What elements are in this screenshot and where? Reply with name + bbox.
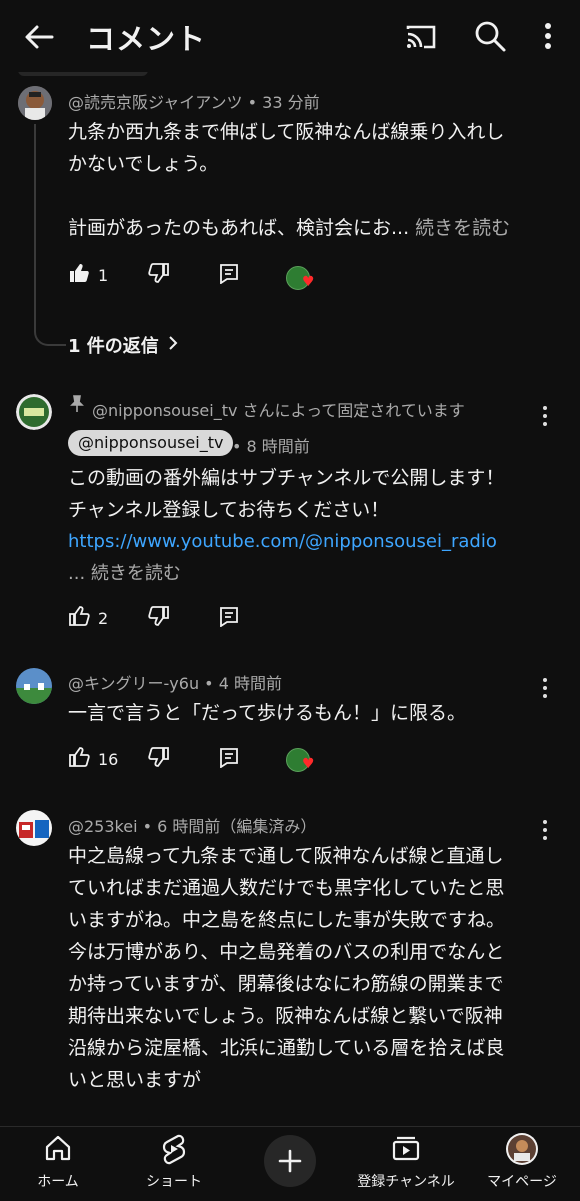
pin-icon: [70, 395, 84, 417]
dislike-button[interactable]: [148, 746, 170, 772]
comment-meta: @読売京阪ジャイアンツ • 33 分前: [68, 93, 320, 112]
thumb-down-icon: [148, 746, 170, 772]
comment-text: 九条か西九条まで伸ばして阪神なんば線乗り入れし かないでしょう。 計画があったの…: [68, 121, 511, 239]
chevron-right-icon: [167, 335, 179, 356]
create-button[interactable]: [264, 1135, 316, 1187]
like-count: 1: [98, 265, 109, 285]
heart-icon: ♥: [302, 274, 315, 290]
comment-reply-icon: [218, 262, 240, 288]
comment-time: 33 分前: [262, 93, 320, 112]
search-icon[interactable]: [472, 18, 508, 54]
read-more-link[interactable]: 続きを読む: [415, 217, 510, 239]
avatar[interactable]: [16, 810, 52, 846]
nav-mypage[interactable]: マイページ: [464, 1127, 580, 1201]
like-count: 2: [98, 608, 109, 628]
comment-menu-button[interactable]: [540, 818, 550, 842]
thumb-down-icon: [148, 262, 170, 288]
shorts-icon: [159, 1133, 189, 1169]
comment-text: 一言で言うと「だって歩けるもん！」に限る。: [68, 702, 467, 724]
plus-icon: [277, 1148, 303, 1178]
avatar[interactable]: [16, 668, 52, 704]
home-icon: [43, 1133, 73, 1167]
channel-link[interactable]: https://www.youtube.com/@nipponsousei_ra…: [68, 526, 558, 558]
top-app-bar: コメント: [0, 0, 580, 72]
like-count: 16: [98, 749, 119, 769]
view-replies-button[interactable]: 1 件の返信: [68, 332, 179, 358]
comment-meta: @253kei • 6 時間前（編集済み）: [68, 817, 317, 836]
comment-time: 6 時間前（編集済み）: [157, 817, 317, 836]
more-vert-icon[interactable]: [536, 18, 560, 54]
reply-thread-line: [34, 124, 66, 346]
comment-time: 4 時間前: [218, 674, 282, 693]
thumb-up-icon: [68, 746, 90, 772]
author-channel-chip[interactable]: @nipponsousei_tv: [68, 430, 234, 456]
comment-reply-icon: [218, 746, 240, 772]
reply-button[interactable]: [218, 605, 240, 631]
dislike-button[interactable]: [148, 262, 170, 288]
comment-meta: @キングリー-y6u • 4 時間前: [68, 674, 282, 693]
like-button[interactable]: 16: [68, 746, 118, 772]
nav-shorts[interactable]: ショート: [116, 1127, 232, 1201]
comment-actions: 2: [68, 605, 328, 635]
avatar[interactable]: [18, 86, 52, 120]
comment-author[interactable]: @253kei: [68, 817, 138, 836]
comment-text: 中之島線って九条まで通して阪神なんば線と直通し ていればまだ通過人数だけでも黒字…: [68, 845, 506, 1091]
back-arrow-icon[interactable]: [22, 20, 56, 54]
like-button[interactable]: 1: [68, 262, 108, 288]
comment-author[interactable]: @読売京阪ジャイアンツ: [68, 93, 243, 112]
heart-icon: ♥: [302, 756, 315, 772]
read-more-link[interactable]: ... 続きを読む: [68, 558, 558, 590]
page-title: コメント: [86, 22, 207, 56]
dislike-button[interactable]: [148, 605, 170, 631]
reply-button[interactable]: [218, 746, 240, 772]
account-avatar: [506, 1133, 538, 1169]
comment-menu-button[interactable]: [540, 404, 550, 428]
thumb-down-icon: [148, 605, 170, 631]
bottom-navigation: ホーム ショート 登録チャンネル マイページ: [0, 1126, 580, 1201]
thumb-up-icon: [68, 605, 90, 631]
thumb-up-filled-icon: [68, 262, 90, 288]
avatar[interactable]: [16, 394, 52, 430]
like-button[interactable]: 2: [68, 605, 108, 631]
comment-reply-icon: [218, 605, 240, 631]
subscriptions-icon: [391, 1133, 421, 1167]
pinned-label: @nipponsousei_tv さんによって固定されています: [92, 401, 465, 420]
nav-home[interactable]: ホーム: [0, 1127, 116, 1201]
comment-text: この動画の番外編はサブチャンネルで公開します！ チャンネル登録してお待ちください…: [68, 462, 558, 590]
nav-subscriptions[interactable]: 登録チャンネル: [348, 1127, 464, 1201]
comment-author[interactable]: @キングリー-y6u: [68, 674, 199, 693]
comment-time: • 8 時間前: [232, 437, 310, 456]
reply-button[interactable]: [218, 262, 240, 288]
cast-icon[interactable]: [404, 20, 438, 54]
